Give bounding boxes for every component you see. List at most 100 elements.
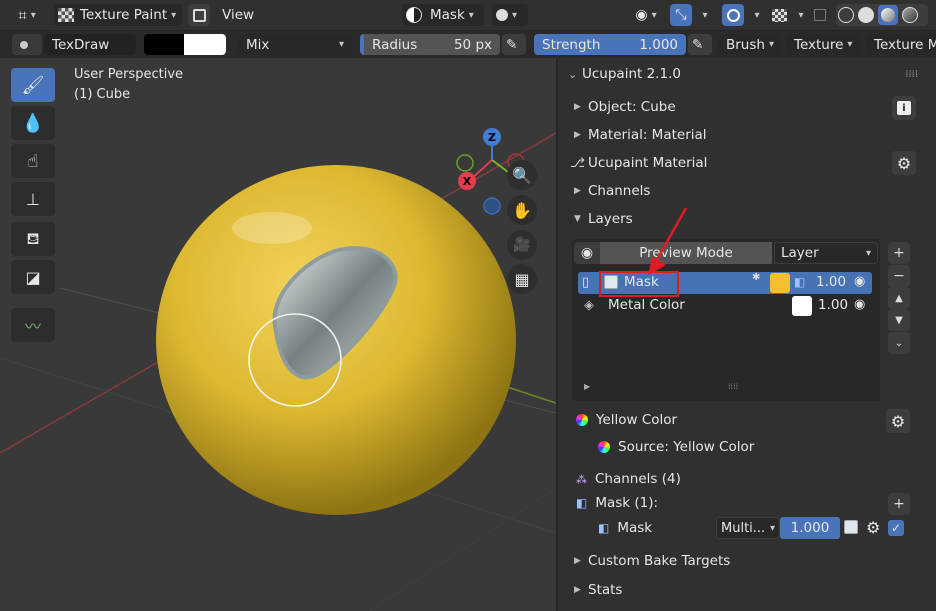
shading-dropdown[interactable]: ▾: [492, 4, 528, 26]
layer-settings-button[interactable]: ⚙: [886, 409, 910, 433]
gear-icon[interactable]: ⚙: [866, 518, 880, 537]
layer-opacity-value[interactable]: 1.00: [816, 274, 846, 290]
visibility-dropdown[interactable]: ◉ ▾: [628, 4, 664, 26]
add-mask-button[interactable]: +: [888, 493, 910, 515]
gizmo-dropdown[interactable]: ▾: [694, 4, 712, 26]
mask-enable-checkbox[interactable]: ✓: [888, 520, 904, 536]
layer-visibility-eye-icon[interactable]: ◉: [854, 297, 865, 312]
brush-name-field[interactable]: TexDraw: [44, 34, 136, 55]
radius-value: 50 px: [453, 36, 492, 53]
remove-layer-button[interactable]: −: [888, 265, 910, 287]
view-menu[interactable]: View: [222, 4, 262, 26]
editor-type-button[interactable]: ⌗ ▾: [6, 4, 48, 26]
mask-value-slider[interactable]: 1.000: [780, 517, 840, 539]
mask-blend-label: Multi...: [721, 520, 766, 536]
layers-section[interactable]: ▼ Layers: [558, 208, 936, 230]
tool-draw[interactable]: 🖌: [11, 68, 55, 102]
layers-row-label: Layers: [588, 211, 633, 227]
custom-bake-section[interactable]: ▶ Custom Bake Targets: [558, 550, 936, 572]
xray-toggle[interactable]: [810, 4, 830, 26]
layer-opacity-value[interactable]: 1.00: [818, 297, 848, 313]
overlays-toggle[interactable]: [722, 4, 744, 26]
info-icon: i: [897, 101, 911, 115]
preview-eye-toggle[interactable]: ◉: [574, 242, 600, 264]
z-axis-dot[interactable]: Z: [483, 128, 501, 146]
modifier-icon: ✱: [752, 272, 761, 283]
stats-section[interactable]: ▶ Stats: [558, 579, 936, 601]
layer-color-swatch[interactable]: [792, 296, 812, 316]
camera-button[interactable]: 🎥: [507, 230, 537, 260]
tool-soften[interactable]: 💧: [11, 106, 55, 140]
rendered-icon[interactable]: [902, 7, 918, 23]
perspective-toggle[interactable]: ▦: [507, 264, 537, 294]
material-preview-icon[interactable]: [878, 5, 898, 25]
object-row-label: Object: Cube: [588, 99, 676, 115]
pen-pressure-icon: ✎: [692, 36, 704, 53]
mask-value: 1.000: [790, 520, 830, 536]
mask-count-row[interactable]: ◧ Mask (1):: [558, 492, 936, 514]
radius-slider[interactable]: Radius 50 px: [360, 34, 500, 55]
move-up-button[interactable]: ▲: [888, 287, 910, 309]
texture-menu[interactable]: Texture ▾: [786, 34, 860, 55]
list-expand-icon[interactable]: ▶: [584, 382, 590, 391]
layer-type-dropdown[interactable]: Layer ▾: [774, 242, 878, 264]
tool-mask[interactable]: ◪: [11, 260, 55, 294]
pan-button[interactable]: ✋: [507, 195, 537, 225]
radius-pressure-toggle[interactable]: ✎: [502, 34, 526, 55]
image-icon[interactable]: [844, 520, 858, 534]
layer-visibility-eye-icon[interactable]: ◉: [854, 274, 865, 289]
zoom-button[interactable]: 🔍: [507, 160, 537, 190]
tool-clone[interactable]: ⊥: [11, 182, 55, 216]
tool-smear[interactable]: ☝: [11, 144, 55, 178]
channels-count-row[interactable]: ⁂ Channels (4): [558, 468, 936, 490]
gizmo-toggle[interactable]: ⤡: [670, 4, 692, 26]
square-icon: [192, 8, 206, 22]
strength-slider[interactable]: Strength 1.000: [534, 34, 686, 55]
channels-section[interactable]: ▶ Channels: [558, 180, 936, 202]
material-settings-button[interactable]: ⚙: [892, 151, 916, 175]
layer-color-swatch[interactable]: [770, 273, 790, 293]
mask-blend-dropdown[interactable]: Multi... ▾: [716, 517, 780, 539]
ucupaint-panel: ⌄ Ucupaint 2.1.0 ⁞⁞⁞⁞ ▶ Object: Cube i ▶ M…: [556, 58, 936, 611]
tool-settings-bar: TexDraw Mix ▾ Radius 50 px ✎ Strength 1.0…: [0, 31, 936, 58]
x-axis-dot[interactable]: X: [458, 172, 476, 190]
neg-y-axis-dot[interactable]: [456, 154, 474, 172]
wireframe-icon[interactable]: [838, 7, 854, 23]
layer-group-icon: ▯: [582, 275, 590, 290]
solid-icon[interactable]: [858, 7, 874, 23]
list-resize-handle-icon[interactable]: ⁞⁞⁞⁞: [728, 382, 738, 391]
ucupaint-material-label: Ucupaint Material: [588, 155, 708, 171]
add-layer-button[interactable]: +: [888, 242, 910, 264]
mask-mode-dropdown[interactable]: Mask ▾: [402, 4, 484, 26]
tool-fill[interactable]: ⛾: [11, 222, 55, 256]
secondary-color-swatch[interactable]: [184, 34, 226, 55]
mode-dropdown[interactable]: Texture Paint ▾: [54, 4, 182, 26]
brush-menu[interactable]: Brush ▾: [718, 34, 780, 55]
move-down-button[interactable]: ▼: [888, 309, 910, 331]
neg-z-axis-dot[interactable]: [483, 197, 501, 215]
overlay-toggle[interactable]: [188, 4, 210, 26]
ucupaint-material-row[interactable]: ⎇ Ucupaint Material: [558, 152, 936, 174]
overlays-dropdown[interactable]: ▾: [746, 4, 764, 26]
brush-icon-button[interactable]: [12, 34, 42, 55]
primary-color-swatch[interactable]: [144, 34, 184, 55]
yellow-color-row[interactable]: Yellow Color: [558, 409, 936, 431]
texture-checker-dropdown[interactable]: ▾: [790, 4, 808, 26]
tool-annotate[interactable]: 〰: [11, 308, 55, 342]
brush-layer-icon: ◈: [584, 298, 594, 313]
object-section[interactable]: ▶ Object: Cube: [558, 96, 936, 118]
panel-header[interactable]: ⌄ Ucupaint 2.1.0 ⁞⁞⁞⁞: [558, 63, 936, 85]
strength-pressure-toggle[interactable]: ✎: [688, 34, 712, 55]
texture-mask-menu[interactable]: Texture Ma: [866, 34, 936, 55]
material-section[interactable]: ▶ Material: Material: [558, 124, 936, 146]
drag-handle-icon[interactable]: ⁞⁞⁞⁞: [905, 69, 918, 80]
layer-name[interactable]: Metal Color: [608, 297, 685, 313]
3d-viewport[interactable]: Z X Y User Perspective (1) Cube 🖌 💧 ☝ ⊥ …: [0, 58, 556, 611]
info-button[interactable]: i: [892, 96, 916, 120]
annotation-arrow: [648, 207, 688, 275]
source-row[interactable]: Source: Yellow Color: [558, 436, 936, 458]
more-options-button[interactable]: ⌄: [888, 332, 910, 354]
eye-icon: ◉: [580, 245, 594, 261]
texture-checker-toggle[interactable]: [768, 4, 790, 26]
blend-mode-dropdown[interactable]: Mix ▾: [238, 34, 352, 55]
